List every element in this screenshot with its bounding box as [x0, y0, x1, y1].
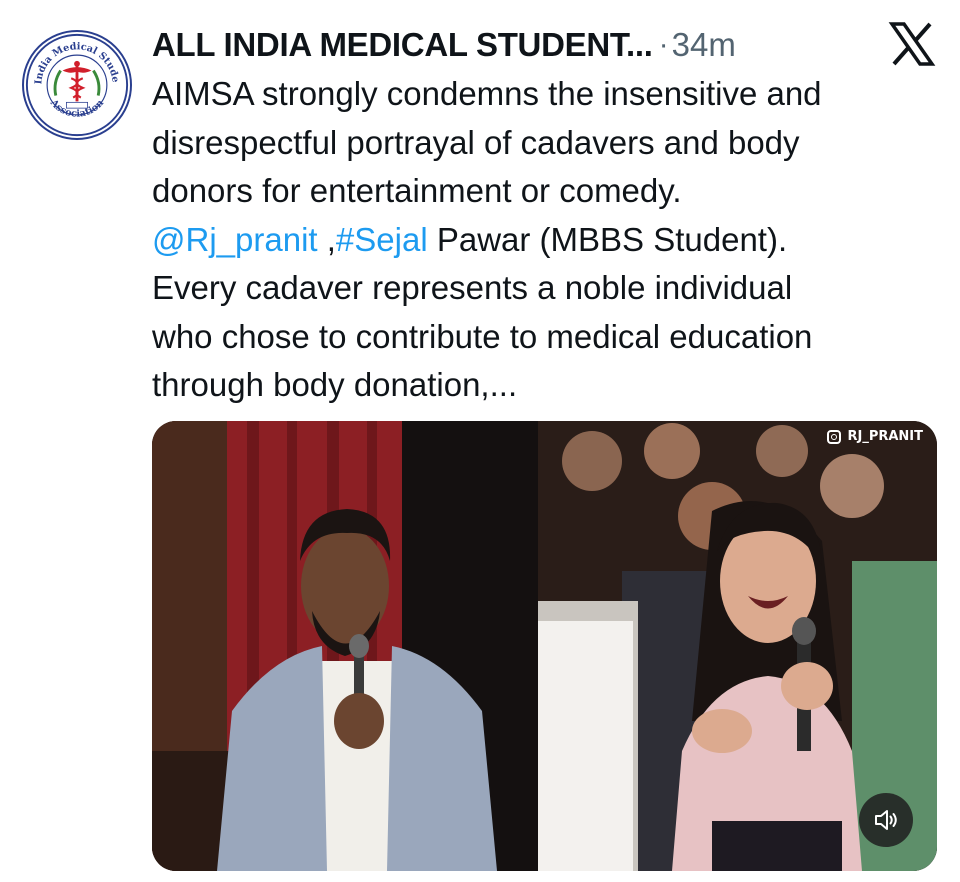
tweet-text-line: disrespectful portrayal of cadavers and …	[152, 123, 800, 161]
avatar[interactable]: All India Medical Students' Association	[22, 30, 132, 140]
tweet-text-line: through body donation,...	[152, 366, 518, 403]
tweet-text-line: Every cadaver represents a noble individ…	[152, 269, 793, 306]
tweet-body: AIMSA strongly condemns the insensitive …	[152, 70, 942, 410]
tweet-timestamp[interactable]: 34m	[672, 26, 736, 64]
tweet-video[interactable]: RJ_PRANIT	[152, 421, 937, 871]
hashtag-link[interactable]: #Sejal	[336, 221, 428, 258]
tweet-text-line: @Rj_pranit ,#Sejal Pawar (MBBS Student).	[152, 216, 942, 265]
tweet-text-fragment: Pawar (MBBS Student).	[427, 220, 788, 258]
tweet-text-line: who chose to contribute to medical educa…	[152, 317, 813, 355]
watermark-text: RJ_PRANIT	[847, 429, 923, 444]
instagram-icon	[827, 429, 842, 444]
mute-toggle-button[interactable]	[859, 793, 913, 847]
tweet-text-line: donors for entertainment or comedy.	[152, 172, 682, 209]
author-display-name[interactable]: ALL INDIA MEDICAL STUDENT...	[152, 26, 653, 64]
header-separator: ·	[658, 28, 669, 61]
aimsa-logo: All India Medical Students' Association	[24, 32, 129, 137]
speaker-icon	[875, 810, 897, 830]
video-watermark: RJ_PRANIT	[827, 429, 923, 444]
tweet-header: ALL INDIA MEDICAL STUDENT... · 34m	[152, 22, 736, 68]
x-logo-icon[interactable]	[888, 20, 936, 68]
tweet-text-line: AIMSA strongly condemns the insensitive …	[152, 75, 822, 112]
video-frame	[152, 421, 937, 871]
mention-link[interactable]: @Rj_pranit	[152, 221, 318, 258]
tweet-card[interactable]: All India Medical Students' Association …	[0, 0, 960, 882]
mention-separator: ,	[317, 220, 336, 258]
